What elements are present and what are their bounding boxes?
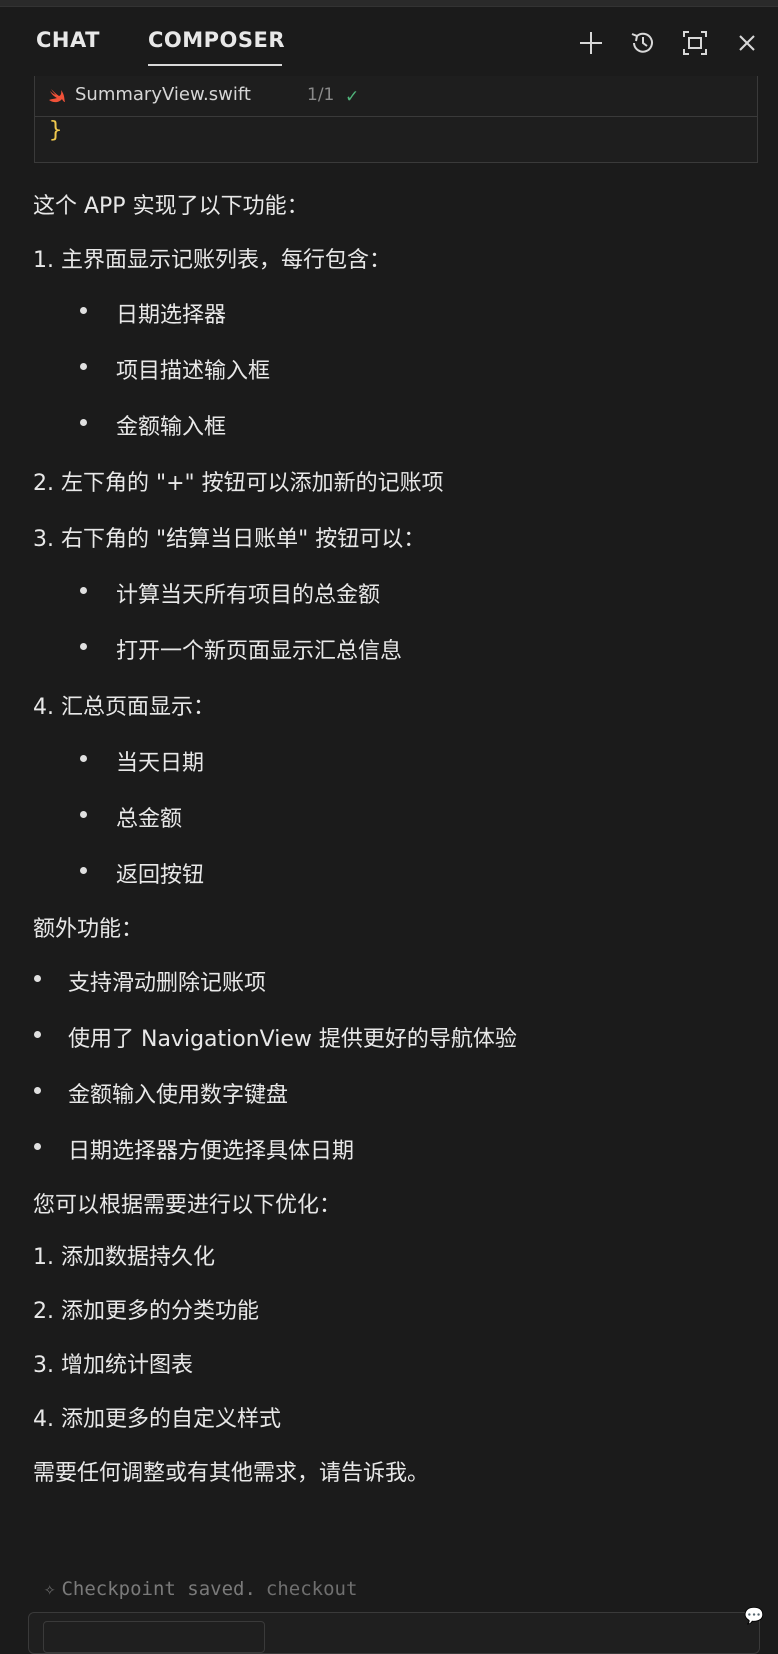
checkout-link[interactable]: checkout xyxy=(266,1578,358,1600)
list-item: 2. 添加更多的分类功能 xyxy=(33,1299,259,1324)
swift-icon xyxy=(47,86,67,106)
list-item: 4. 汇总页面显示： xyxy=(33,695,215,720)
composer-input-box[interactable] xyxy=(28,1612,760,1654)
list-item: 3. 右下角的 "结算当日账单" 按钮可以： xyxy=(33,527,426,552)
panel-header: CHAT COMPOSER xyxy=(0,6,778,70)
tab-composer[interactable]: COMPOSER xyxy=(148,28,285,52)
section-title: 您可以根据需要进行以下优化： xyxy=(33,1193,342,1218)
list-item: 1. 主界面显示记账列表，每行包含： xyxy=(33,248,391,273)
maximize-icon[interactable] xyxy=(680,28,710,58)
section-title: 额外功能： xyxy=(33,917,144,942)
composer-input-chip[interactable] xyxy=(43,1621,265,1653)
code-line: } xyxy=(49,118,63,143)
checkpoint-text: Checkpoint saved. xyxy=(61,1578,256,1600)
pin-icon: ✧ xyxy=(44,1578,56,1600)
check-icon: ✓ xyxy=(345,87,360,107)
active-tab-indicator xyxy=(148,64,282,66)
list-item: 4. 添加更多的自定义样式 xyxy=(33,1407,281,1432)
list-item: 2. 左下角的 "+" 按钮可以添加新的记账项 xyxy=(33,471,444,496)
checkpoint-status: ✧ Checkpoint saved. checkout xyxy=(44,1578,357,1600)
plus-icon[interactable] xyxy=(576,28,606,58)
intro-text: 这个 APP 实现了以下功能： xyxy=(33,194,309,219)
file-name[interactable]: SummaryView.swift xyxy=(75,84,251,105)
list-item: 1. 添加数据持久化 xyxy=(33,1245,215,1270)
code-file-card: SummaryView.swift 1/1 ✓ } xyxy=(34,76,758,163)
close-icon[interactable] xyxy=(732,28,762,58)
file-change-count: 1/1 xyxy=(307,85,335,105)
list-item: 3. 增加统计图表 xyxy=(33,1353,193,1378)
code-file-header[interactable]: SummaryView.swift 1/1 ✓ xyxy=(35,76,757,117)
history-icon[interactable] xyxy=(628,28,658,58)
closing-text: 需要任何调整或有其他需求，请告诉我。 xyxy=(33,1461,430,1486)
chat-bubble-icon[interactable]: 💬 xyxy=(744,1606,764,1625)
tab-chat[interactable]: CHAT xyxy=(36,28,100,52)
